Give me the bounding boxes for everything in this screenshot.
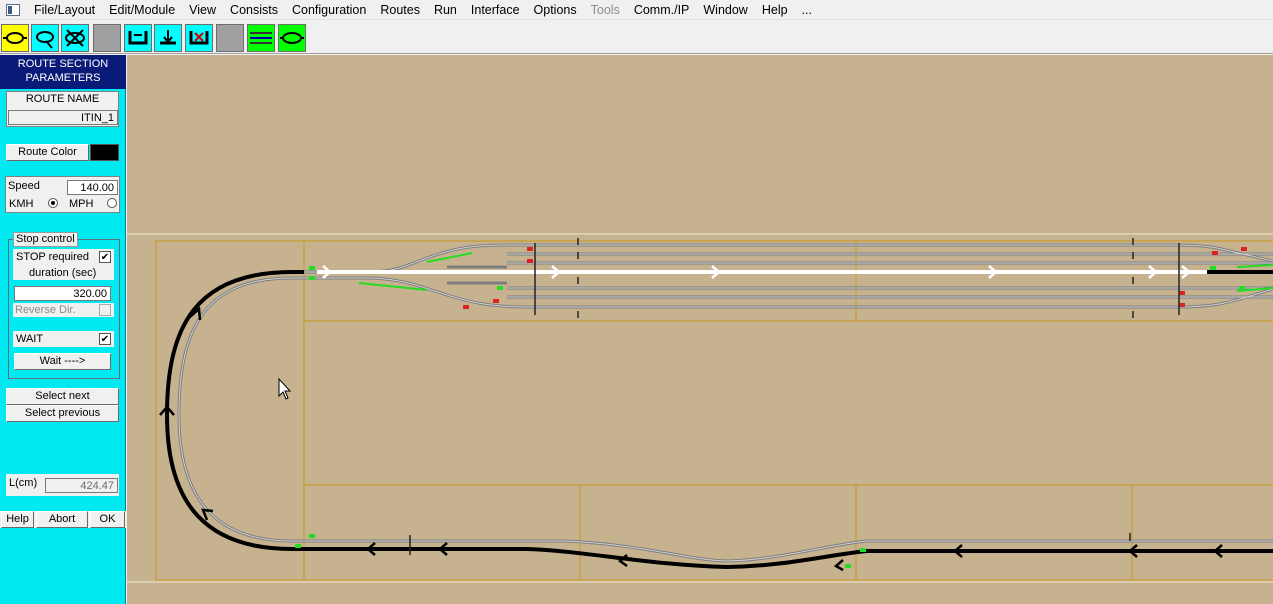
menu-comm-ip[interactable]: Comm./IP [627,0,697,20]
parallel-lines-button[interactable] [247,24,275,52]
select-previous-button[interactable]: Select previous [6,405,119,422]
blank-tool-button-1[interactable] [93,24,121,52]
route-loop-icon [3,32,27,44]
bracket-down-button[interactable] [154,24,182,52]
menu-bar: File/Layout Edit/Module View Consists Co… [0,0,1273,20]
stop-control-title: Stop control [13,232,78,247]
layout-canvas[interactable] [127,55,1273,604]
bracket-x-icon [189,31,209,45]
length-label: L(cm) [9,477,38,489]
route-branch-button[interactable] [31,24,59,52]
duration-label: duration (sec) [29,267,97,279]
duration-field[interactable]: 320.00 [14,286,111,301]
stop-required-label: STOP required [16,251,89,263]
mph-label: MPH [69,198,94,210]
section-markers [409,238,1180,555]
speed-label: Speed [8,180,40,192]
route-color-button[interactable]: Route Color [6,144,89,161]
menu-view[interactable]: View [182,0,223,20]
wait-button[interactable]: Wait ----> [14,353,111,370]
parallel-lines-icon [250,32,272,44]
bracket-up-icon [128,31,148,45]
speed-field[interactable]: 140.00 [67,180,118,195]
menu-more[interactable]: ... [795,0,819,20]
route-cross-icon [65,29,85,47]
route-color-swatch[interactable] [90,144,119,161]
menu-window[interactable]: Window [696,0,754,20]
blank-tool-button-2[interactable] [216,24,244,52]
route-section-panel: ROUTE SECTION PARAMETERS ROUTE NAME ITIN… [0,55,126,604]
reverse-label: Reverse Dir. [15,304,76,316]
help-button[interactable]: Help [1,511,34,528]
menu-help[interactable]: Help [755,0,795,20]
module-borders [127,233,1273,583]
route-name-field[interactable]: ITIN_1 [8,110,118,125]
oval-loop-icon [280,32,304,44]
menu-file-layout[interactable]: File/Layout [27,0,102,20]
track-layout-drawing[interactable] [127,55,1273,604]
signals-red [463,247,1247,309]
menu-configuration[interactable]: Configuration [285,0,373,20]
mph-radio[interactable] [107,198,117,208]
abort-button[interactable]: Abort [36,511,88,528]
lower-main-line [304,539,1273,572]
bracket-x-button[interactable] [185,24,213,52]
app-menu-icon[interactable] [6,3,20,16]
wait-checkbox[interactable] [99,333,111,345]
menu-edit-module[interactable]: Edit/Module [102,0,182,20]
stop-required-checkbox[interactable] [99,251,111,263]
signals-green [295,266,1245,568]
blank-tool-icon [94,25,120,51]
reverse-checkbox [99,304,111,316]
route-name-label: ROUTE NAME [25,93,100,105]
menu-tools: Tools [590,2,620,17]
length-field: 424.47 [45,478,118,493]
panel-title-line1: ROUTE SECTION [17,58,109,70]
bracket-down-icon [160,30,176,45]
panel-title: ROUTE SECTION PARAMETERS [0,55,126,89]
kmh-radio[interactable] [48,198,58,208]
menu-interface[interactable]: Interface [464,0,527,20]
bracket-up-button[interactable] [124,24,152,52]
select-next-button[interactable]: Select next [6,388,119,405]
toolbar [0,21,1273,54]
wait-label: WAIT [16,333,44,345]
oval-loop-button[interactable] [278,24,306,52]
route-cross-button[interactable] [61,24,89,52]
ok-button[interactable]: OK [90,511,125,528]
panel-title-line2: PARAMETERS [25,72,101,84]
menu-run[interactable]: Run [427,0,464,20]
return-loop [159,270,304,551]
mouse-cursor-icon [278,377,292,400]
route-loop-button[interactable] [1,24,29,52]
route-branch-icon [36,31,54,49]
menu-options[interactable]: Options [527,0,584,20]
menu-routes[interactable]: Routes [373,0,427,20]
kmh-label: KMH [9,198,34,210]
menu-consists[interactable]: Consists [223,0,285,20]
blank-tool-icon [217,25,243,51]
